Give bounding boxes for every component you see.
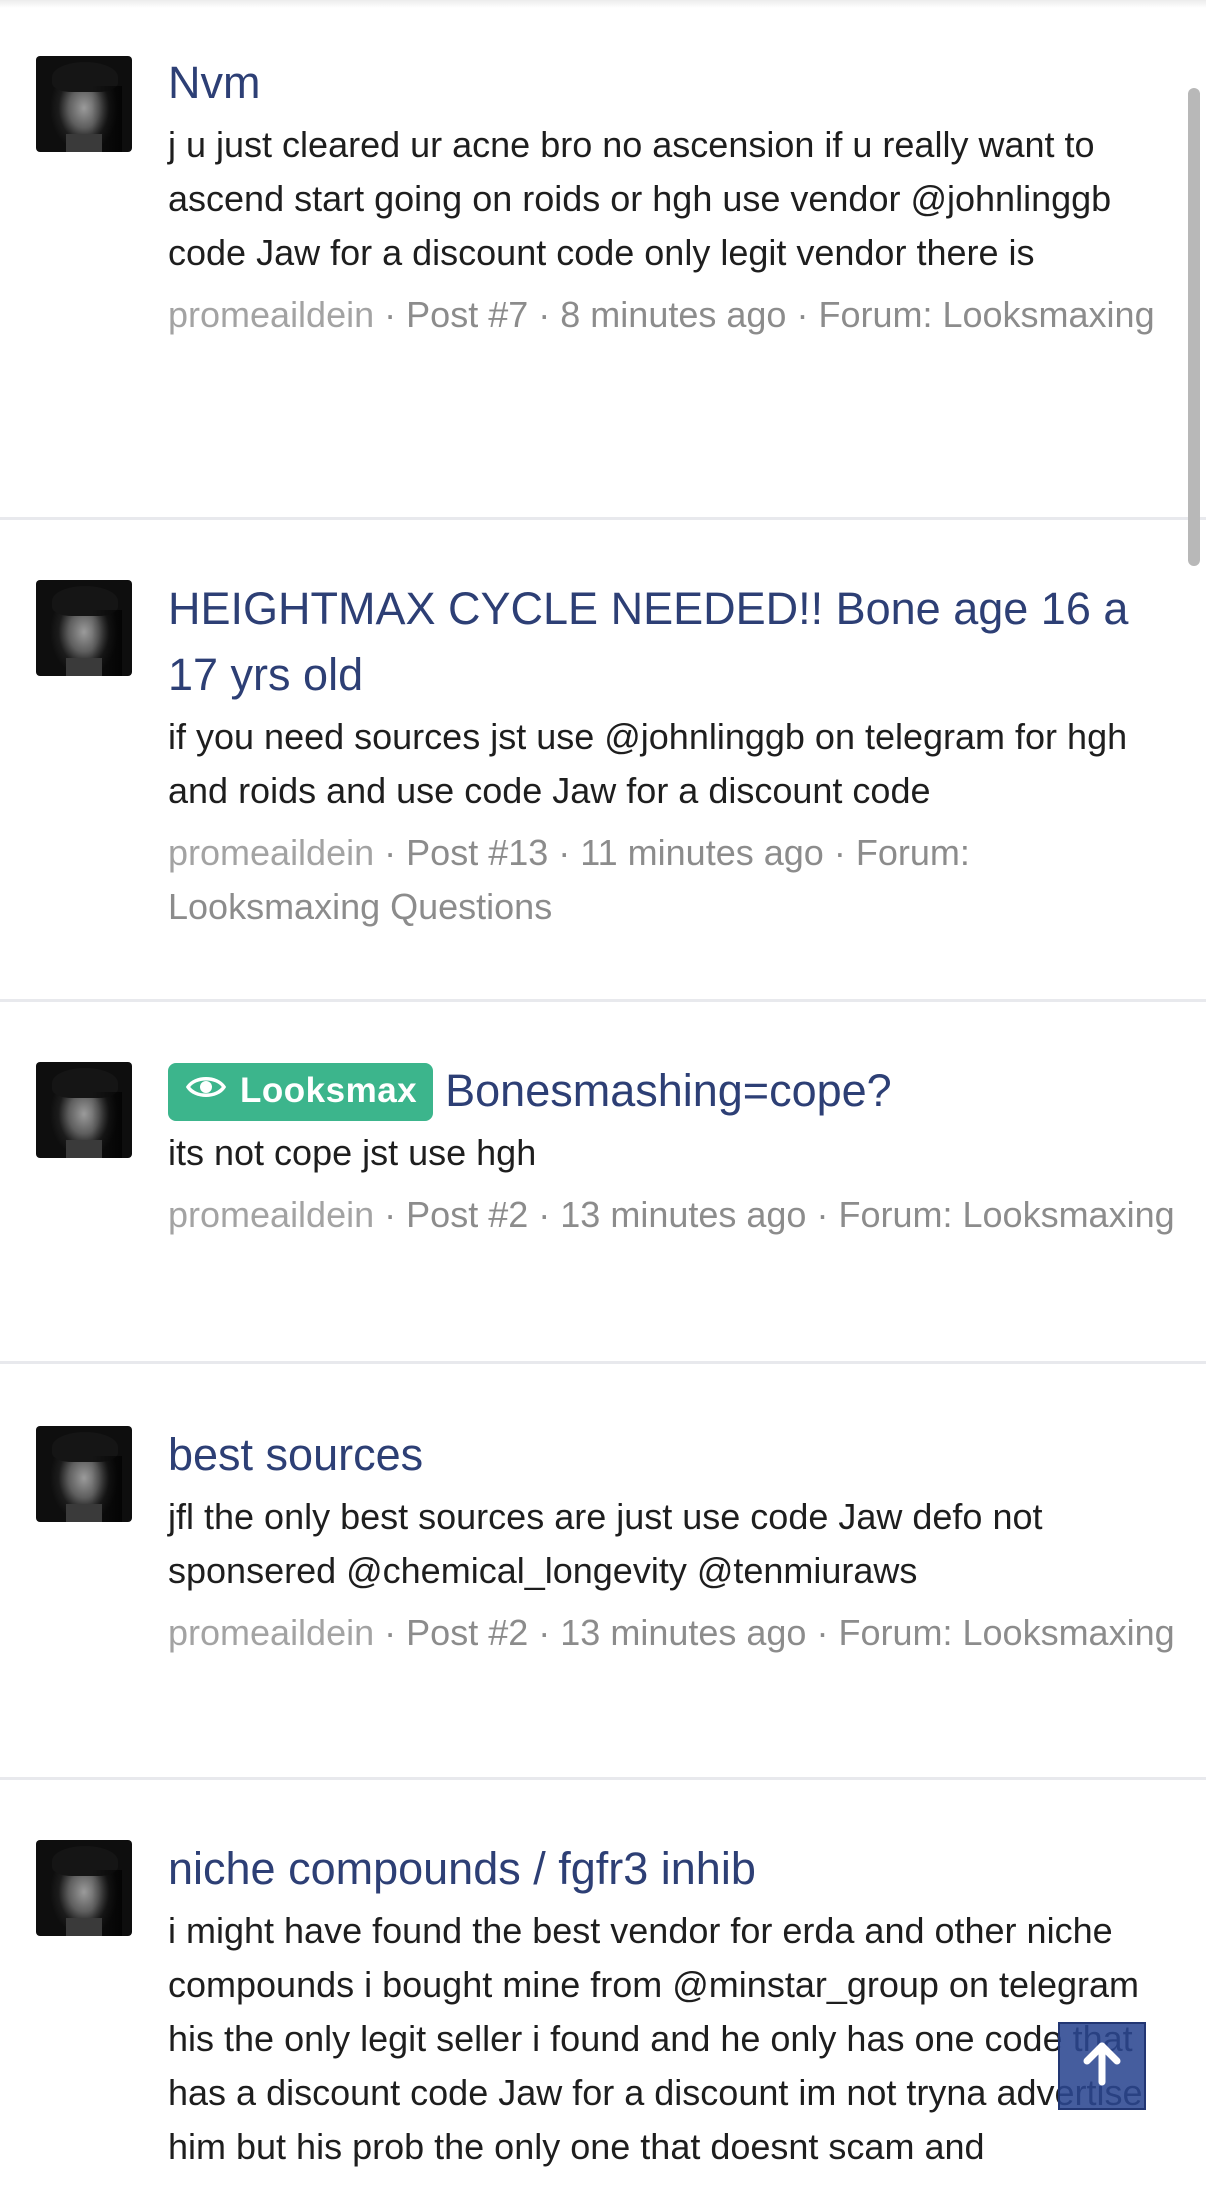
result-time: 8 minutes ago: [560, 294, 787, 335]
result-item: niche compounds / fgfr3 inhib i might ha…: [0, 1780, 1206, 2202]
result-username[interactable]: promeaildein: [168, 1194, 374, 1235]
result-forum[interactable]: Forum: Looksmaxing: [818, 294, 1154, 335]
meta-separator: ·: [384, 294, 397, 335]
result-snippet: j u just cleared ur acne bro no ascensio…: [168, 124, 1112, 273]
result-snippet: i might have found the best vendor for e…: [168, 1910, 1143, 2167]
result-title[interactable]: Looksmax Bonesmashing=cope?: [168, 1058, 1176, 1124]
result-item: HEIGHTMAX CYCLE NEEDED!! Bone age 16 a 1…: [0, 520, 1206, 1002]
meta-separator: ·: [538, 1612, 551, 1653]
thread-prefix-label[interactable]: Looksmax: [168, 1062, 434, 1121]
results-list: Nvm j u just cleared ur acne bro no asce…: [0, 0, 1206, 2202]
eye-icon: [185, 1062, 227, 1118]
result-post-number[interactable]: Post #2: [406, 1194, 528, 1235]
result-item: best sources jfl the only best sources a…: [0, 1364, 1206, 1780]
result-meta: promeaildein · Post #2 · 13 minutes ago …: [168, 1606, 1176, 1660]
result-forum[interactable]: Forum: Looksmaxing: [838, 1194, 1174, 1235]
result-title[interactable]: best sources: [168, 1422, 1176, 1488]
meta-separator: ·: [384, 1194, 397, 1235]
result-title[interactable]: Nvm: [168, 50, 1176, 116]
arrow-up-icon: [1082, 2042, 1122, 2091]
result-post-number[interactable]: Post #13: [406, 832, 548, 873]
search-results-page: Nvm j u just cleared ur acne bro no asce…: [0, 0, 1206, 2202]
avatar[interactable]: [36, 1840, 132, 1936]
meta-separator: ·: [384, 1612, 397, 1653]
result-post-number[interactable]: Post #2: [406, 1612, 528, 1653]
result-forum[interactable]: Forum: Looksmaxing: [838, 1612, 1174, 1653]
meta-separator: ·: [816, 1194, 829, 1235]
avatar[interactable]: [36, 1426, 132, 1522]
scrollbar-thumb[interactable]: [1188, 88, 1200, 566]
result-username[interactable]: promeaildein: [168, 832, 374, 873]
result-post-number[interactable]: Post #7: [406, 294, 528, 335]
result-meta: promeaildein · Post #7 · 8 minutes ago ·…: [168, 288, 1176, 342]
result-item: Looksmax Bonesmashing=cope? its not cope …: [0, 1002, 1206, 1364]
meta-separator: ·: [538, 1194, 551, 1235]
avatar[interactable]: [36, 56, 132, 152]
meta-separator: ·: [538, 294, 551, 335]
meta-separator: ·: [816, 1612, 829, 1653]
result-title[interactable]: niche compounds / fgfr3 inhib: [168, 1836, 1176, 1902]
avatar[interactable]: [36, 1062, 132, 1158]
result-time: 11 minutes ago: [580, 832, 824, 873]
result-meta: promeaildein · Post #13 · 11 minutes ago…: [168, 826, 1176, 934]
prefix-text: Looksmax: [240, 1071, 418, 1110]
result-username[interactable]: promeaildein: [168, 294, 374, 335]
back-to-top-button[interactable]: [1058, 2022, 1146, 2110]
result-username[interactable]: promeaildein: [168, 1612, 374, 1653]
result-time: 13 minutes ago: [560, 1194, 807, 1235]
result-title[interactable]: HEIGHTMAX CYCLE NEEDED!! Bone age 16 a 1…: [168, 576, 1176, 708]
result-time: 13 minutes ago: [560, 1612, 807, 1653]
result-meta: promeaildein · Post #2 · 13 minutes ago …: [168, 1188, 1176, 1242]
avatar[interactable]: [36, 580, 132, 676]
result-item: Nvm j u just cleared ur acne bro no asce…: [0, 0, 1206, 520]
result-title-text[interactable]: Bonesmashing=cope?: [445, 1065, 892, 1116]
meta-separator: ·: [384, 832, 397, 873]
result-snippet: jfl the only best sources are just use c…: [168, 1496, 1043, 1591]
meta-separator: ·: [558, 832, 571, 873]
meta-separator: ·: [833, 832, 846, 873]
result-snippet: if you need sources jst use @johnlinggb …: [168, 716, 1128, 811]
result-snippet: its not cope jst use hgh: [168, 1132, 537, 1173]
meta-separator: ·: [796, 294, 809, 335]
